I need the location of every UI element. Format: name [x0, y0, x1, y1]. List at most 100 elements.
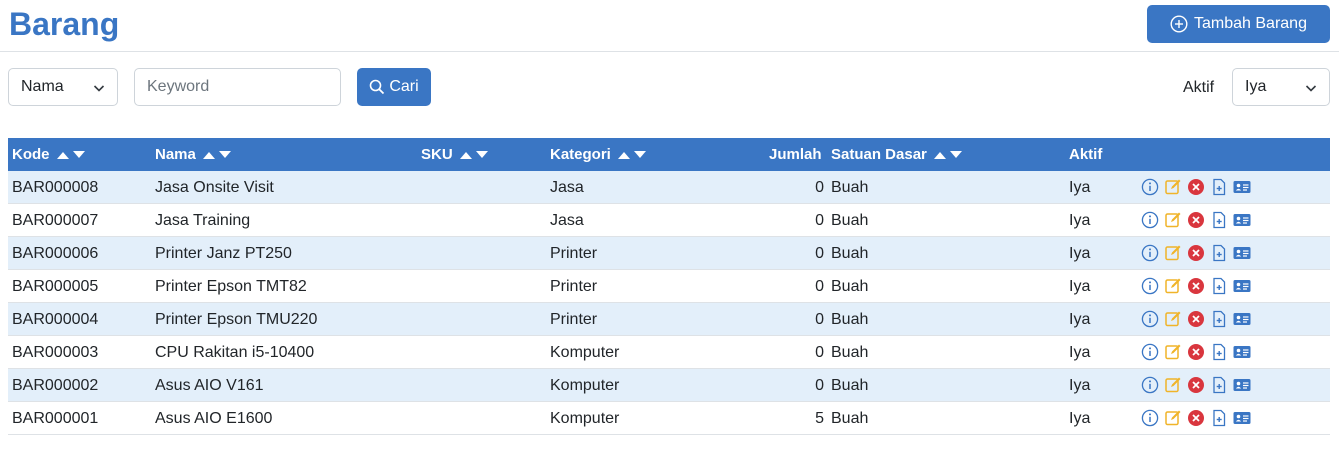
edit-icon[interactable] [1164, 376, 1182, 394]
edit-icon[interactable] [1164, 178, 1182, 196]
page-title: Barang [9, 6, 120, 42]
cell-nama: Printer Epson TMT82 [155, 278, 307, 295]
cell-satuan: Buah [831, 245, 869, 262]
edit-icon[interactable] [1164, 409, 1182, 427]
info-icon[interactable] [1141, 244, 1159, 262]
id-card-icon[interactable] [1233, 310, 1251, 328]
cell-aktif: Iya [1069, 410, 1091, 427]
cell-aktif: Iya [1069, 179, 1091, 196]
column-header-kategori[interactable]: Kategori [550, 146, 647, 163]
column-label: Kode [12, 146, 50, 163]
sort-icon[interactable] [459, 150, 489, 160]
chevron-down-icon [1305, 85, 1317, 92]
id-card-icon[interactable] [1233, 211, 1251, 229]
column-header-aktif: Aktif [1069, 146, 1102, 163]
table-row[interactable]: BAR000008 Jasa Onsite Visit Jasa 0 Buah Iya [8, 171, 1330, 204]
column-label: Satuan Dasar [831, 146, 927, 163]
table-body: BAR000008 Jasa Onsite Visit Jasa 0 Buah Iya BA… [8, 171, 1330, 435]
info-icon[interactable] [1141, 409, 1159, 427]
sort-desc-icon[interactable] [218, 150, 232, 160]
sort-asc-icon[interactable] [202, 150, 216, 160]
cell-satuan: Buah [831, 377, 869, 394]
delete-icon[interactable] [1187, 409, 1205, 427]
edit-icon[interactable] [1164, 343, 1182, 361]
cell-kode: BAR000006 [12, 245, 99, 262]
add-file-icon[interactable] [1210, 310, 1228, 328]
keyword-input[interactable] [134, 68, 341, 106]
row-actions [1141, 211, 1251, 229]
column-header-kode[interactable]: Kode [12, 146, 86, 163]
delete-icon[interactable] [1187, 277, 1205, 295]
sort-icon[interactable] [56, 150, 86, 160]
add-file-icon[interactable] [1210, 211, 1228, 229]
column-header-nama[interactable]: Nama [155, 146, 232, 163]
cell-kode: BAR000007 [12, 212, 99, 229]
page-header: Barang Tambah Barang [0, 0, 1339, 52]
table-row[interactable]: BAR000004 Printer Epson TMU220 Printer 0 Bua… [8, 303, 1330, 336]
active-filter-select[interactable]: Iya [1232, 68, 1330, 106]
table-row[interactable]: BAR000006 Printer Janz PT250 Printer 0 Buah I… [8, 237, 1330, 270]
id-card-icon[interactable] [1233, 277, 1251, 295]
row-actions [1141, 277, 1251, 295]
delete-icon[interactable] [1187, 310, 1205, 328]
info-icon[interactable] [1141, 376, 1159, 394]
sort-icon[interactable] [617, 150, 647, 160]
column-header-sku[interactable]: SKU [421, 146, 489, 163]
delete-icon[interactable] [1187, 178, 1205, 196]
search-field-select[interactable]: Nama [8, 68, 118, 106]
sort-desc-icon[interactable] [633, 150, 647, 160]
items-table: Kode Nama SKU Kategori Jumlah Satuan Das… [8, 138, 1330, 435]
sort-desc-icon[interactable] [949, 150, 963, 160]
add-file-icon[interactable] [1210, 178, 1228, 196]
info-icon[interactable] [1141, 277, 1159, 295]
cell-kategori: Jasa [550, 212, 584, 229]
sort-asc-icon[interactable] [933, 150, 947, 160]
delete-icon[interactable] [1187, 376, 1205, 394]
id-card-icon[interactable] [1233, 376, 1251, 394]
add-file-icon[interactable] [1210, 409, 1228, 427]
table-row[interactable]: BAR000007 Jasa Training Jasa 0 Buah Iya [8, 204, 1330, 237]
delete-icon[interactable] [1187, 211, 1205, 229]
delete-icon[interactable] [1187, 244, 1205, 262]
add-file-icon[interactable] [1210, 343, 1228, 361]
id-card-icon[interactable] [1233, 409, 1251, 427]
sort-icon[interactable] [933, 150, 963, 160]
column-header-satuan[interactable]: Satuan Dasar [831, 146, 963, 163]
add-file-icon[interactable] [1210, 277, 1228, 295]
sort-asc-icon[interactable] [56, 150, 70, 160]
info-icon[interactable] [1141, 343, 1159, 361]
info-icon[interactable] [1141, 211, 1159, 229]
cell-kode: BAR000008 [12, 179, 99, 196]
sort-asc-icon[interactable] [459, 150, 473, 160]
cell-nama: CPU Rakitan i5-10400 [155, 344, 315, 361]
search-button[interactable]: Cari [357, 68, 431, 106]
row-actions [1141, 409, 1251, 427]
table-row[interactable]: BAR000002 Asus AIO V161 Komputer 0 Buah Iya [8, 369, 1330, 402]
id-card-icon[interactable] [1233, 178, 1251, 196]
cell-kategori: Printer [550, 278, 598, 295]
info-icon[interactable] [1141, 310, 1159, 328]
sort-desc-icon[interactable] [72, 150, 86, 160]
cell-kode: BAR000003 [12, 344, 99, 361]
edit-icon[interactable] [1164, 244, 1182, 262]
edit-icon[interactable] [1164, 211, 1182, 229]
delete-icon[interactable] [1187, 343, 1205, 361]
table-row[interactable]: BAR000001 Asus AIO E1600 Komputer 5 Buah Iya [8, 402, 1330, 435]
search-icon [370, 79, 385, 95]
edit-icon[interactable] [1164, 277, 1182, 295]
cell-jumlah: 0 [815, 311, 824, 328]
edit-icon[interactable] [1164, 310, 1182, 328]
add-file-icon[interactable] [1210, 376, 1228, 394]
cell-nama: Printer Janz PT250 [155, 245, 292, 262]
id-card-icon[interactable] [1233, 244, 1251, 262]
sort-icon[interactable] [202, 150, 232, 160]
table-row[interactable]: BAR000005 Printer Epson TMT82 Printer 0 Buah… [8, 270, 1330, 303]
id-card-icon[interactable] [1233, 343, 1251, 361]
info-icon[interactable] [1141, 178, 1159, 196]
add-file-icon[interactable] [1210, 244, 1228, 262]
add-item-button[interactable]: Tambah Barang [1147, 5, 1330, 43]
sort-asc-icon[interactable] [617, 150, 631, 160]
table-row[interactable]: BAR000003 CPU Rakitan i5-10400 Komputer 0 Bu… [8, 336, 1330, 369]
column-label: Aktif [1069, 146, 1103, 163]
sort-desc-icon[interactable] [475, 150, 489, 160]
